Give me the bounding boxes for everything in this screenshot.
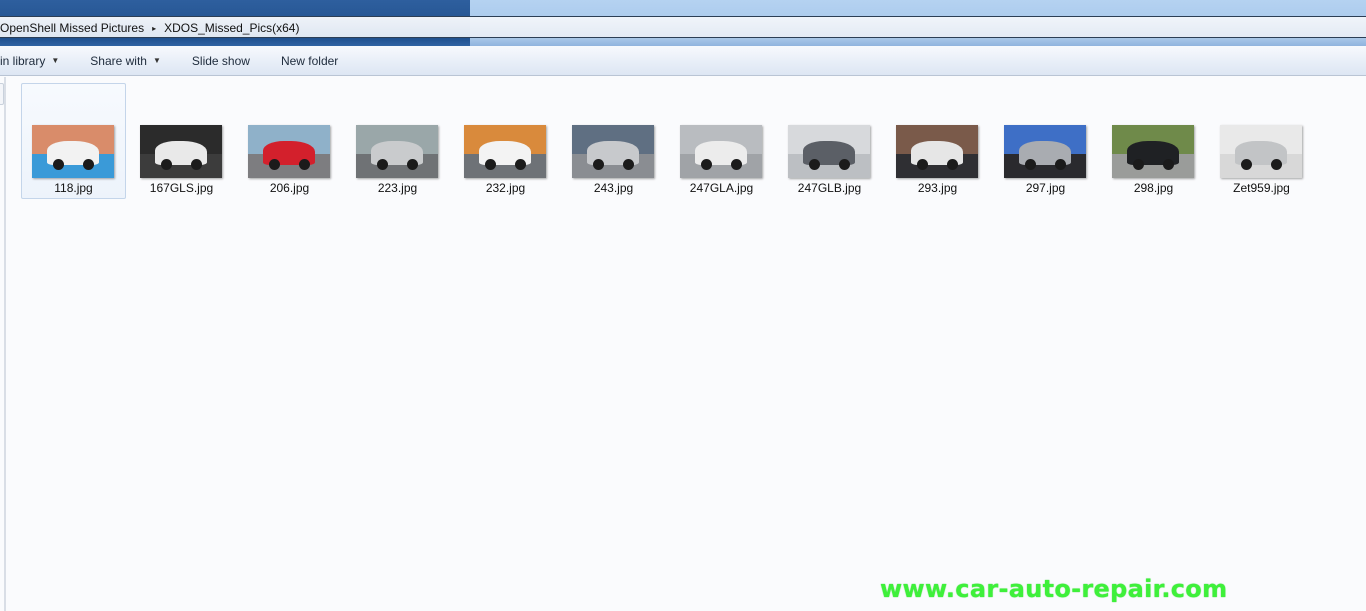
- file-name: 232.jpg: [485, 181, 526, 195]
- wheel-shape: [514, 158, 526, 170]
- file-name: 206.jpg: [269, 181, 310, 195]
- address-bar-border: [0, 38, 1366, 46]
- wheel-shape: [1133, 158, 1145, 170]
- file-item[interactable]: 118.jpg: [21, 83, 126, 199]
- file-list-pane[interactable]: 118.jpg 167GLS.jpg 206.jpg 223.jpg 232.jpg 24…: [0, 77, 1366, 611]
- file-name: 243.jpg: [593, 181, 634, 195]
- file-item[interactable]: 247GLA.jpg: [669, 83, 774, 199]
- wheel-shape: [622, 158, 634, 170]
- image-thumbnail: [572, 125, 654, 178]
- file-item[interactable]: 243.jpg: [561, 83, 666, 199]
- include-in-library-button[interactable]: in library ▼: [0, 49, 68, 73]
- wheel-shape: [298, 158, 310, 170]
- image-thumbnail: [32, 125, 114, 178]
- file-name: 298.jpg: [1133, 181, 1174, 195]
- file-item[interactable]: 297.jpg: [993, 83, 1098, 199]
- share-with-label: Share with: [90, 53, 147, 68]
- image-thumbnail: [1112, 125, 1194, 178]
- image-thumbnail: [1004, 125, 1086, 178]
- navigation-pane-scroll-button[interactable]: [0, 83, 4, 105]
- include-in-library-label: in library: [0, 53, 46, 68]
- breadcrumb-item-xdos-missed-pics[interactable]: XDOS_Missed_Pics(x64): [164, 21, 303, 35]
- file-item[interactable]: 293.jpg: [885, 83, 990, 199]
- wheel-shape: [1241, 158, 1253, 170]
- wheel-shape: [190, 158, 202, 170]
- wheel-shape: [161, 158, 173, 170]
- file-name: 247GLA.jpg: [689, 181, 754, 195]
- wheel-shape: [82, 158, 94, 170]
- background-window-overlay: [470, 17, 1366, 37]
- share-with-button[interactable]: Share with ▼: [81, 49, 170, 73]
- file-item[interactable]: 167GLS.jpg: [129, 83, 234, 199]
- file-item[interactable]: Zet959.jpg: [1209, 83, 1314, 199]
- wheel-shape: [485, 158, 497, 170]
- image-thumbnail: [464, 125, 546, 178]
- wheel-shape: [917, 158, 929, 170]
- breadcrumb: OpenShell Missed Pictures ▸ XDOS_Missed_…: [0, 19, 303, 37]
- chevron-down-icon: ▼: [152, 56, 161, 65]
- file-item[interactable]: 247GLB.jpg: [777, 83, 882, 199]
- file-item[interactable]: 206.jpg: [237, 83, 342, 199]
- breadcrumb-item-openshell-missed-pictures[interactable]: OpenShell Missed Pictures: [0, 21, 148, 35]
- image-thumbnail: [896, 125, 978, 178]
- file-item[interactable]: 298.jpg: [1101, 83, 1206, 199]
- wheel-shape: [1162, 158, 1174, 170]
- wheel-shape: [1054, 158, 1066, 170]
- file-name: 293.jpg: [917, 181, 958, 195]
- wheel-shape: [269, 158, 281, 170]
- wheel-shape: [593, 158, 605, 170]
- wheel-shape: [809, 158, 821, 170]
- file-name: 297.jpg: [1025, 181, 1066, 195]
- file-grid: 118.jpg 167GLS.jpg 206.jpg 223.jpg 232.jpg 24…: [21, 83, 1317, 199]
- command-bar: in library ▼ Share with ▼ Slide show New…: [0, 46, 1366, 76]
- image-thumbnail: [1220, 125, 1302, 178]
- chevron-down-icon: ▼: [51, 56, 60, 65]
- file-item[interactable]: 232.jpg: [453, 83, 558, 199]
- wheel-shape: [406, 158, 418, 170]
- new-folder-button[interactable]: New folder: [272, 49, 347, 73]
- file-name: 167GLS.jpg: [149, 181, 214, 195]
- wheel-shape: [701, 158, 713, 170]
- image-thumbnail: [356, 125, 438, 178]
- file-name: 223.jpg: [377, 181, 418, 195]
- background-window-overlay: [470, 38, 1366, 46]
- wheel-shape: [1025, 158, 1037, 170]
- address-bar[interactable]: OpenShell Missed Pictures ▸ XDOS_Missed_…: [0, 16, 1366, 38]
- wheel-shape: [838, 158, 850, 170]
- breadcrumb-chevron-icon[interactable]: ▸: [152, 24, 156, 33]
- wheel-shape: [1270, 158, 1282, 170]
- image-thumbnail: [248, 125, 330, 178]
- watermark-text: www.car-auto-repair.com: [880, 575, 1228, 603]
- wheel-shape: [53, 158, 65, 170]
- navigation-pane-splitter[interactable]: [4, 77, 6, 611]
- file-name: 247GLB.jpg: [797, 181, 862, 195]
- image-thumbnail: [680, 125, 762, 178]
- slide-show-button[interactable]: Slide show: [183, 49, 259, 73]
- wheel-shape: [730, 158, 742, 170]
- wheel-shape: [377, 158, 389, 170]
- file-name: 118.jpg: [54, 181, 93, 195]
- slide-show-label: Slide show: [191, 53, 250, 68]
- new-folder-label: New folder: [280, 53, 339, 68]
- image-thumbnail: [788, 125, 870, 178]
- file-name: Zet959.jpg: [1233, 181, 1290, 195]
- image-thumbnail: [140, 125, 222, 178]
- file-item[interactable]: 223.jpg: [345, 83, 450, 199]
- wheel-shape: [946, 158, 958, 170]
